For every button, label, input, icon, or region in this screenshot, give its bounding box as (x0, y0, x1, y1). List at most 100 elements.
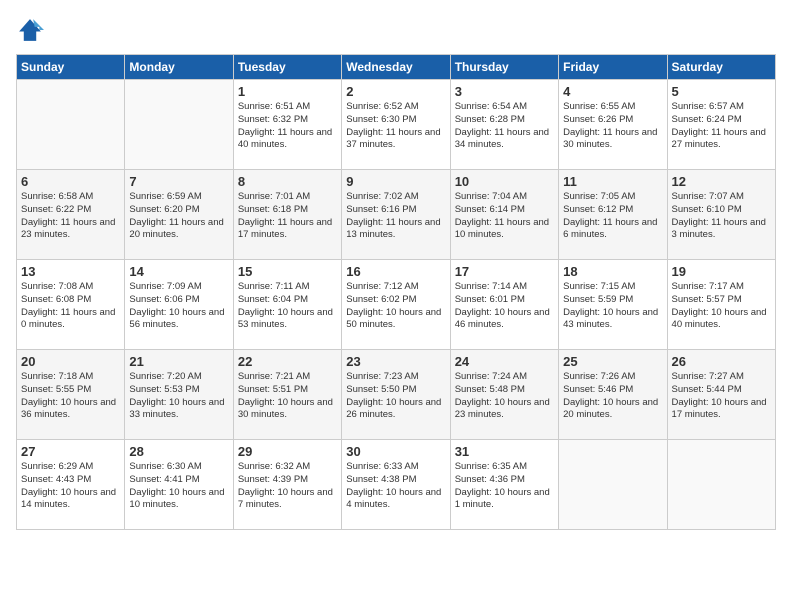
calendar-cell: 31 Sunrise: 6:35 AM Sunset: 4:36 PM Dayli… (450, 440, 558, 530)
week-row-4: 20 Sunrise: 7:18 AM Sunset: 5:55 PM Dayli… (17, 350, 776, 440)
logo (16, 16, 48, 44)
weekday-header-friday: Friday (559, 55, 667, 80)
day-number: 31 (455, 444, 554, 459)
day-number: 26 (672, 354, 771, 369)
calendar-cell: 7Sunrise: 6:59 AM Sunset: 6:20 PM Daylig… (125, 170, 233, 260)
week-row-1: 1Sunrise: 6:51 AM Sunset: 6:32 PM Daylig… (17, 80, 776, 170)
day-number: 10 (455, 174, 554, 189)
day-number: 3 (455, 84, 554, 99)
day-info: Sunrise: 7:04 AM Sunset: 6:14 PM Dayligh… (455, 191, 554, 242)
day-number: 29 (238, 444, 337, 459)
calendar-cell: 27 Sunrise: 6:29 AM Sunset: 4:43 PM Dayli… (17, 440, 125, 530)
day-number: 5 (672, 84, 771, 99)
calendar-cell: 12 Sunrise: 7:07 AM Sunset: 6:10 PM Dayli… (667, 170, 775, 260)
weekday-header-tuesday: Tuesday (233, 55, 341, 80)
day-info: Sunrise: 6:57 AM Sunset: 6:24 PM Dayligh… (672, 101, 771, 152)
day-number: 16 (346, 264, 445, 279)
day-number: 30 (346, 444, 445, 459)
day-info: Sunrise: 7:26 AM Sunset: 5:46 PM Dayligh… (563, 371, 662, 422)
calendar-cell: 4Sunrise: 6:55 AM Sunset: 6:26 PM Daylig… (559, 80, 667, 170)
calendar-cell: 30 Sunrise: 6:33 AM Sunset: 4:38 PM Dayli… (342, 440, 450, 530)
day-number: 28 (129, 444, 228, 459)
logo-icon (16, 16, 44, 44)
week-row-5: 27 Sunrise: 6:29 AM Sunset: 4:43 PM Dayli… (17, 440, 776, 530)
day-info: Sunrise: 6:52 AM Sunset: 6:30 PM Dayligh… (346, 101, 445, 152)
day-number: 20 (21, 354, 120, 369)
calendar-cell: 13 Sunrise: 7:08 AM Sunset: 6:08 PM Dayli… (17, 260, 125, 350)
day-info: Sunrise: 6:54 AM Sunset: 6:28 PM Dayligh… (455, 101, 554, 152)
day-info: Sunrise: 7:21 AM Sunset: 5:51 PM Dayligh… (238, 371, 337, 422)
day-info: Sunrise: 7:02 AM Sunset: 6:16 PM Dayligh… (346, 191, 445, 242)
day-info: Sunrise: 6:35 AM Sunset: 4:36 PM Dayligh… (455, 461, 554, 512)
calendar-cell: 5 Sunrise: 6:57 AM Sunset: 6:24 PM Daylig… (667, 80, 775, 170)
calendar-cell (559, 440, 667, 530)
day-info: Sunrise: 7:12 AM Sunset: 6:02 PM Dayligh… (346, 281, 445, 332)
weekday-header-saturday: Saturday (667, 55, 775, 80)
weekday-header-monday: Monday (125, 55, 233, 80)
day-number: 4 (563, 84, 662, 99)
calendar-cell: 6Sunrise: 6:58 AM Sunset: 6:22 PM Daylig… (17, 170, 125, 260)
day-info: Sunrise: 7:18 AM Sunset: 5:55 PM Dayligh… (21, 371, 120, 422)
day-info: Sunrise: 7:05 AM Sunset: 6:12 PM Dayligh… (563, 191, 662, 242)
day-number: 6 (21, 174, 120, 189)
day-info: Sunrise: 7:08 AM Sunset: 6:08 PM Dayligh… (21, 281, 120, 332)
day-info: Sunrise: 7:24 AM Sunset: 5:48 PM Dayligh… (455, 371, 554, 422)
calendar-cell: 17 Sunrise: 7:14 AM Sunset: 6:01 PM Dayli… (450, 260, 558, 350)
calendar-cell: 11 Sunrise: 7:05 AM Sunset: 6:12 PM Dayli… (559, 170, 667, 260)
weekday-header-wednesday: Wednesday (342, 55, 450, 80)
day-number: 18 (563, 264, 662, 279)
calendar-cell: 15 Sunrise: 7:11 AM Sunset: 6:04 PM Dayli… (233, 260, 341, 350)
calendar-cell: 28 Sunrise: 6:30 AM Sunset: 4:41 PM Dayli… (125, 440, 233, 530)
calendar-cell: 21Sunrise: 7:20 AM Sunset: 5:53 PM Dayli… (125, 350, 233, 440)
weekday-header-sunday: Sunday (17, 55, 125, 80)
day-number: 11 (563, 174, 662, 189)
calendar-cell: 20 Sunrise: 7:18 AM Sunset: 5:55 PM Dayli… (17, 350, 125, 440)
day-info: Sunrise: 7:27 AM Sunset: 5:44 PM Dayligh… (672, 371, 771, 422)
day-info: Sunrise: 6:32 AM Sunset: 4:39 PM Dayligh… (238, 461, 337, 512)
day-number: 27 (21, 444, 120, 459)
day-number: 9 (346, 174, 445, 189)
day-info: Sunrise: 7:15 AM Sunset: 5:59 PM Dayligh… (563, 281, 662, 332)
calendar-cell: 19Sunrise: 7:17 AM Sunset: 5:57 PM Dayli… (667, 260, 775, 350)
day-info: Sunrise: 6:30 AM Sunset: 4:41 PM Dayligh… (129, 461, 228, 512)
calendar-cell: 22 Sunrise: 7:21 AM Sunset: 5:51 PM Dayli… (233, 350, 341, 440)
day-number: 25 (563, 354, 662, 369)
calendar-cell: 14 Sunrise: 7:09 AM Sunset: 6:06 PM Dayli… (125, 260, 233, 350)
day-info: Sunrise: 7:11 AM Sunset: 6:04 PM Dayligh… (238, 281, 337, 332)
calendar-cell: 26 Sunrise: 7:27 AM Sunset: 5:44 PM Dayli… (667, 350, 775, 440)
day-info: Sunrise: 7:09 AM Sunset: 6:06 PM Dayligh… (129, 281, 228, 332)
day-number: 7 (129, 174, 228, 189)
day-info: Sunrise: 7:07 AM Sunset: 6:10 PM Dayligh… (672, 191, 771, 242)
calendar-cell: 1Sunrise: 6:51 AM Sunset: 6:32 PM Daylig… (233, 80, 341, 170)
calendar-cell: 29 Sunrise: 6:32 AM Sunset: 4:39 PM Dayli… (233, 440, 341, 530)
day-info: Sunrise: 7:20 AM Sunset: 5:53 PM Dayligh… (129, 371, 228, 422)
day-info: Sunrise: 6:29 AM Sunset: 4:43 PM Dayligh… (21, 461, 120, 512)
day-number: 8 (238, 174, 337, 189)
day-number: 17 (455, 264, 554, 279)
day-number: 24 (455, 354, 554, 369)
calendar-cell: 10 Sunrise: 7:04 AM Sunset: 6:14 PM Dayli… (450, 170, 558, 260)
day-number: 12 (672, 174, 771, 189)
weekday-header-thursday: Thursday (450, 55, 558, 80)
day-number: 22 (238, 354, 337, 369)
page-header (16, 16, 776, 44)
day-number: 13 (21, 264, 120, 279)
day-info: Sunrise: 6:33 AM Sunset: 4:38 PM Dayligh… (346, 461, 445, 512)
day-info: Sunrise: 6:51 AM Sunset: 6:32 PM Dayligh… (238, 101, 337, 152)
calendar-cell: 2 Sunrise: 6:52 AM Sunset: 6:30 PM Daylig… (342, 80, 450, 170)
calendar-cell: 23 Sunrise: 7:23 AM Sunset: 5:50 PM Dayli… (342, 350, 450, 440)
calendar-cell: 24 Sunrise: 7:24 AM Sunset: 5:48 PM Dayli… (450, 350, 558, 440)
day-info: Sunrise: 7:01 AM Sunset: 6:18 PM Dayligh… (238, 191, 337, 242)
week-row-3: 13 Sunrise: 7:08 AM Sunset: 6:08 PM Dayli… (17, 260, 776, 350)
week-row-2: 6Sunrise: 6:58 AM Sunset: 6:22 PM Daylig… (17, 170, 776, 260)
day-number: 2 (346, 84, 445, 99)
day-info: Sunrise: 7:23 AM Sunset: 5:50 PM Dayligh… (346, 371, 445, 422)
calendar-cell (125, 80, 233, 170)
day-number: 23 (346, 354, 445, 369)
calendar-cell: 16 Sunrise: 7:12 AM Sunset: 6:02 PM Dayli… (342, 260, 450, 350)
calendar-cell (667, 440, 775, 530)
day-number: 15 (238, 264, 337, 279)
day-number: 14 (129, 264, 228, 279)
day-info: Sunrise: 7:14 AM Sunset: 6:01 PM Dayligh… (455, 281, 554, 332)
calendar-cell: 25 Sunrise: 7:26 AM Sunset: 5:46 PM Dayli… (559, 350, 667, 440)
